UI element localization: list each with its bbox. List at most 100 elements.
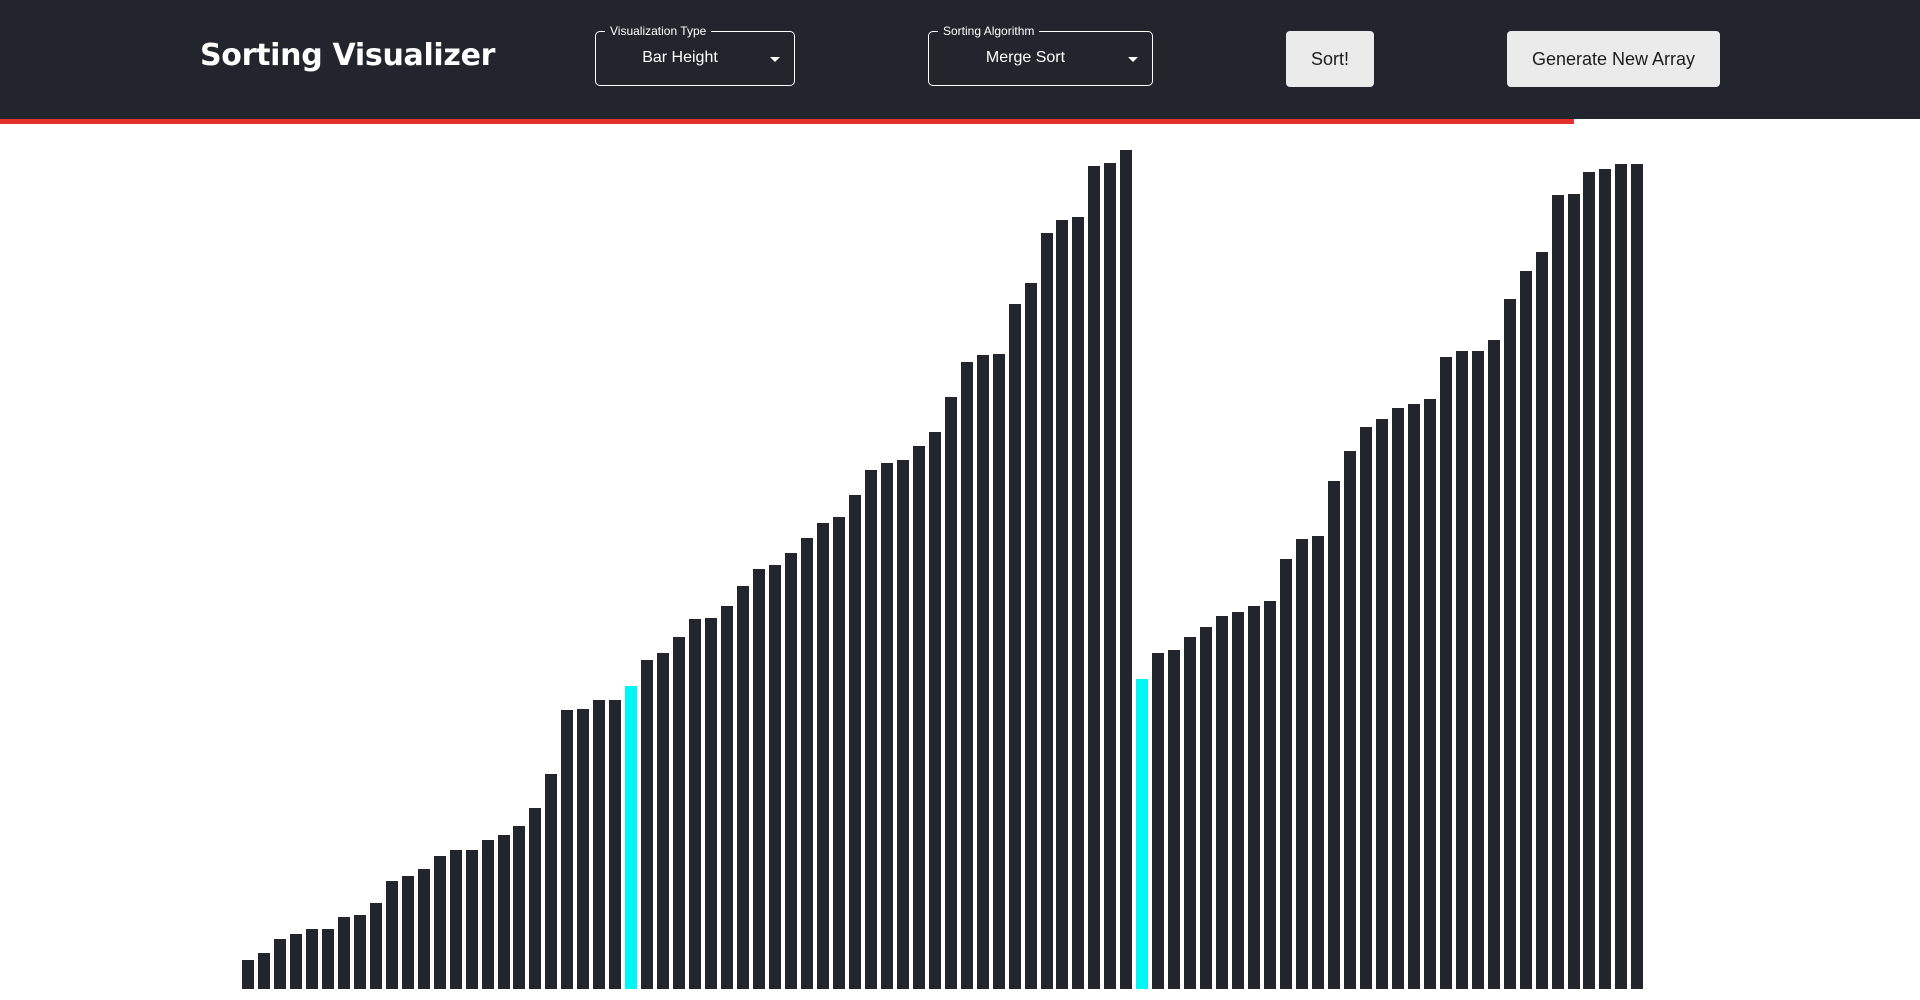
array-bar [673,637,685,989]
array-bar [1408,404,1420,989]
array-bar [609,700,621,989]
array-bar [1232,612,1244,989]
array-bar [1136,679,1148,989]
array-bar [1104,163,1116,989]
array-bar [338,917,350,989]
array-bar [945,397,957,989]
array-bar [545,774,557,989]
array-bar [1631,164,1643,989]
top-bar: Sorting Visualizer Visualization Type Ba… [0,0,1920,119]
array-bar [1152,653,1164,989]
array-bar [753,569,765,989]
array-bar [1392,408,1404,989]
array-bar [1440,357,1452,989]
sorting-algorithm-label: Sorting Algorithm [938,23,1040,39]
array-bar [705,618,717,989]
array-bar [641,660,653,989]
array-bar [977,355,989,989]
array-bar [625,686,637,989]
array-bar [865,470,877,989]
array-bar [881,463,893,989]
array-bar [306,929,318,989]
array-bar [1041,233,1053,989]
array-bar [386,881,398,989]
array-bar [1312,536,1324,989]
array-bar [498,835,510,989]
array-bar [1568,194,1580,989]
array-bar [993,354,1005,989]
array-bar [1200,627,1212,989]
array-bar [1552,195,1564,989]
array-bar [1264,601,1276,989]
chevron-down-icon [1128,57,1138,62]
array-bar [1456,351,1468,989]
array-bar [242,960,254,989]
generate-new-array-button[interactable]: Generate New Array [1507,31,1720,87]
array-bar [561,710,573,989]
array-bar [418,869,430,989]
array-bar [769,565,781,989]
array-bar [1248,606,1260,989]
array-bar [1360,427,1372,989]
array-bar [913,446,925,989]
array-bar [1120,150,1132,989]
array-bar [402,876,414,989]
array-bar [322,929,334,989]
array-bar [897,460,909,989]
array-bar [833,517,845,989]
array-bar [1280,559,1292,989]
array-bar [785,553,797,989]
array-bar [354,915,366,989]
array-bars [0,124,1920,1000]
visualization-type-select[interactable]: Visualization Type Bar Height [595,23,795,86]
array-bar [961,362,973,989]
array-bar [1424,399,1436,989]
array-bar [1025,283,1037,989]
array-bar [1168,650,1180,989]
array-bar [1472,351,1484,989]
array-bar [689,619,701,989]
visualization-type-label: Visualization Type [605,23,712,39]
array-bar [1296,539,1308,989]
array-bar [817,523,829,989]
array-bar [290,934,302,989]
array-bar [466,850,478,989]
array-bar [849,495,861,989]
array-bar [1615,164,1627,989]
array-bar [434,856,446,989]
array-bar [1504,299,1516,989]
chevron-down-icon [770,57,780,62]
array-bar [1056,220,1068,989]
array-bar [1009,304,1021,989]
array-bar [577,709,589,989]
array-bar [1328,481,1340,989]
array-bar [801,538,813,989]
array-bar [929,432,941,989]
array-bar [1344,451,1356,989]
array-bar [450,850,462,989]
array-bar [657,653,669,989]
array-bar [593,700,605,989]
array-bar [513,826,525,989]
visualization-type-value: Bar Height [642,49,718,66]
array-bar [1583,172,1595,989]
array-bar [1088,166,1100,989]
sorting-algorithm-select[interactable]: Sorting Algorithm Merge Sort [928,23,1153,86]
sort-button[interactable]: Sort! [1286,31,1374,87]
array-bar [1488,340,1500,989]
app-title: Sorting Visualizer [200,38,496,73]
array-bar [737,586,749,989]
array-bar [1072,217,1084,989]
array-bar [1376,419,1388,989]
array-bar [1520,271,1532,989]
array-bar [274,939,286,989]
sorting-algorithm-value: Merge Sort [985,49,1066,66]
array-bar [1216,616,1228,989]
array-bar [1184,637,1196,989]
array-bar [482,840,494,989]
array-bar [721,606,733,989]
array-bar [529,808,541,989]
array-bar [1599,169,1611,989]
array-bar [258,953,270,989]
array-bar [1536,252,1548,989]
